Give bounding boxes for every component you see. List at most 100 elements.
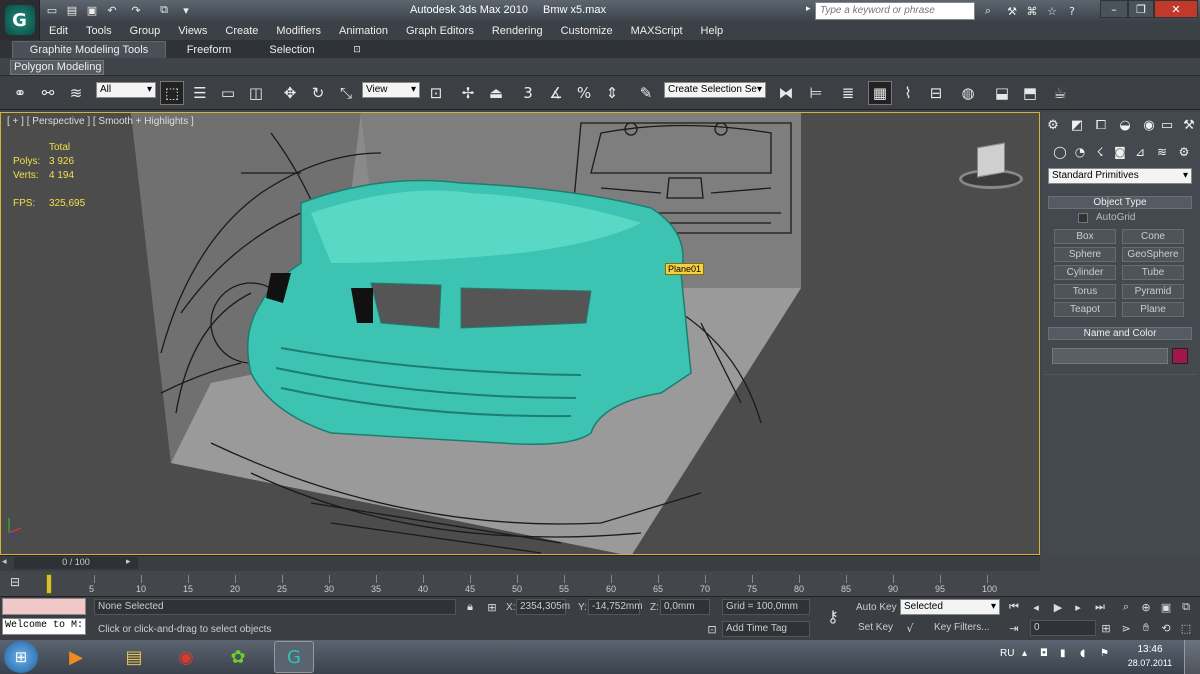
select-and-manipulate-icon[interactable]: ✢ <box>456 81 480 105</box>
close-button[interactable]: ✕ <box>1154 0 1198 18</box>
clock-time[interactable]: 13:46 <box>1128 644 1172 655</box>
menu-modifiers[interactable]: Modifiers <box>267 25 330 37</box>
percent-snap-icon[interactable]: % <box>572 81 596 105</box>
app-logo-button[interactable]: G <box>0 0 40 40</box>
geometry-icon[interactable]: ◯ <box>1052 144 1068 160</box>
zoom-extents-icon[interactable]: ▣ <box>1158 599 1174 615</box>
orbit-icon[interactable]: ⟲ <box>1158 620 1174 636</box>
lights-icon[interactable]: ☇ <box>1092 144 1108 160</box>
mirror-icon[interactable]: ⧓ <box>774 81 798 105</box>
menu-customize[interactable]: Customize <box>552 25 622 37</box>
motion-tab-icon[interactable]: ◉ <box>1140 116 1158 134</box>
tray-app-icon[interactable]: ◘ <box>1040 648 1048 659</box>
select-object-icon[interactable]: ⬚ <box>160 81 184 105</box>
modify-tab-icon[interactable]: ⧠ <box>1092 116 1110 134</box>
menu-rendering[interactable]: Rendering <box>483 25 552 37</box>
flag-icon[interactable]: ⚑ <box>1100 648 1109 659</box>
new-file-icon[interactable]: ▭ <box>44 2 60 18</box>
next-frame-icon[interactable]: ▸ <box>1070 599 1086 615</box>
pyramid-button[interactable]: Pyramid <box>1122 284 1184 299</box>
tray-expand-icon[interactable]: ▴ <box>1022 648 1027 659</box>
menu-animation[interactable]: Animation <box>330 25 397 37</box>
autogrid-checkbox[interactable] <box>1078 213 1088 223</box>
pivot-center-icon[interactable]: ⊡ <box>424 81 448 105</box>
pan-hand-icon[interactable]: ✋︎ <box>1138 620 1154 636</box>
maxscript-listener[interactable]: Welcome to M: <box>2 618 86 635</box>
zoom-all-icon[interactable]: ⊕ <box>1138 599 1154 615</box>
primitives-dropdown[interactable]: Standard Primitives ▾ <box>1048 168 1192 184</box>
media-player-icon[interactable]: ▶ <box>56 641 96 673</box>
binoculars-icon[interactable]: ⌕ <box>980 3 996 19</box>
ribbon-options-icon[interactable]: ⊡ <box>348 41 366 58</box>
maxscript-listener-top[interactable] <box>2 598 86 615</box>
tab-selection[interactable]: Selection <box>260 41 324 58</box>
spinner-snap-icon[interactable]: ⇕ <box>600 81 624 105</box>
time-next-icon[interactable]: ▸ <box>126 557 136 569</box>
network-icon[interactable]: ▮ <box>1060 648 1066 659</box>
explorer-folder-icon[interactable]: ▤ <box>114 641 154 673</box>
select-and-rotate-icon[interactable]: ↻ <box>306 81 330 105</box>
undo-icon[interactable]: ↶ <box>104 2 120 18</box>
chrome-icon[interactable]: ◉ <box>166 641 206 673</box>
angle-snap-icon[interactable]: ∡ <box>544 81 568 105</box>
select-and-move-icon[interactable]: ✥ <box>278 81 302 105</box>
geosphere-button[interactable]: GeoSphere <box>1122 247 1184 262</box>
material-editor-icon[interactable]: ◍ <box>956 81 980 105</box>
named-selection-sets-dropdown[interactable]: Create Selection Se ▾ <box>664 82 766 98</box>
polygon-modeling-panel[interactable]: Polygon Modeling <box>10 60 104 75</box>
set-key-button[interactable]: Set Key <box>858 622 893 633</box>
time-slider-thumb[interactable]: 0 / 100 <box>14 557 138 569</box>
tab-graphite-modeling-tools[interactable]: Graphite Modeling Tools <box>12 41 166 58</box>
hierarchy-tab-icon[interactable]: ◒ <box>1116 116 1134 134</box>
subscription-icon[interactable]: ⌘ <box>1024 3 1040 19</box>
window-crossing-icon[interactable]: ◫ <box>244 81 268 105</box>
select-and-link-icon[interactable]: ⚭ <box>8 81 32 105</box>
rectangular-selection-icon[interactable]: ▭ <box>216 81 240 105</box>
menu-create[interactable]: Create <box>216 25 267 37</box>
display-tab-icon[interactable]: ▭ <box>1158 116 1176 134</box>
object-name-input[interactable] <box>1052 348 1168 364</box>
menu-tools[interactable]: Tools <box>77 25 121 37</box>
lock-selection-icon[interactable]: 🔒︎ <box>462 599 478 615</box>
auto-key-button[interactable]: Auto Key <box>856 602 897 613</box>
systems-icon[interactable]: ⚙ <box>1176 144 1192 160</box>
add-time-tag-button[interactable]: Add Time Tag <box>722 621 810 637</box>
y-coordinate-field[interactable]: -14,752mm <box>588 599 643 615</box>
cameras-icon[interactable]: ◙ <box>1112 144 1128 160</box>
settings-icon[interactable]: ⚙ <box>1044 116 1062 134</box>
viewcube[interactable] <box>959 141 1023 191</box>
object-type-rollout[interactable]: Object Type <box>1048 196 1192 209</box>
viewport-label-menu[interactable]: [ + ] [ Perspective ] [ Smooth + Highlig… <box>7 116 194 127</box>
current-frame-field[interactable]: 0 <box>1030 620 1096 636</box>
selection-filter-dropdown[interactable]: All ▾ <box>96 82 156 98</box>
menu-group[interactable]: Group <box>121 25 170 37</box>
redo-icon[interactable]: ↷ <box>128 2 144 18</box>
key-filters-button[interactable]: Key Filters... <box>934 622 990 633</box>
select-and-scale-icon[interactable]: ⤡ <box>334 81 358 105</box>
tools-icon[interactable]: ⚒ <box>1004 3 1020 19</box>
project-folder-icon[interactable]: ⧉ <box>156 2 172 18</box>
favorites-star-icon[interactable]: ☆ <box>1044 3 1060 19</box>
save-icon[interactable]: ▣ <box>84 2 100 18</box>
teapot-button[interactable]: Teapot <box>1054 302 1116 317</box>
plane-button[interactable]: Plane <box>1122 302 1184 317</box>
minimize-button[interactable]: – <box>1100 0 1128 18</box>
search-expand-icon[interactable]: ▸ <box>806 4 814 18</box>
space-warps-icon[interactable]: ≋ <box>1154 144 1170 160</box>
cylinder-button[interactable]: Cylinder <box>1054 265 1116 280</box>
create-tab-icon[interactable]: ◩ <box>1068 116 1086 134</box>
start-button[interactable]: ⊞ <box>4 641 38 673</box>
time-configuration-icon[interactable]: ⊞ <box>1098 620 1114 636</box>
key-mode-icon[interactable]: ⇥ <box>1006 620 1022 636</box>
key-icon[interactable]: ⚷ <box>820 606 846 626</box>
helpers-icon[interactable]: ⊿ <box>1132 144 1148 160</box>
tab-freeform[interactable]: Freeform <box>176 41 242 58</box>
layer-manager-icon[interactable]: ≣ <box>836 81 860 105</box>
previous-frame-icon[interactable]: ◂ <box>1028 599 1044 615</box>
zoom-icon[interactable]: ⌕ <box>1118 599 1134 615</box>
open-folder-icon[interactable]: ▤ <box>64 2 80 18</box>
zoom-extents-all-icon[interactable]: ⧉ <box>1178 599 1194 615</box>
unlink-selection-icon[interactable]: ⚯ <box>36 81 60 105</box>
help-icon[interactable]: ? <box>1064 3 1080 19</box>
schematic-view-icon[interactable]: ⊟ <box>924 81 948 105</box>
